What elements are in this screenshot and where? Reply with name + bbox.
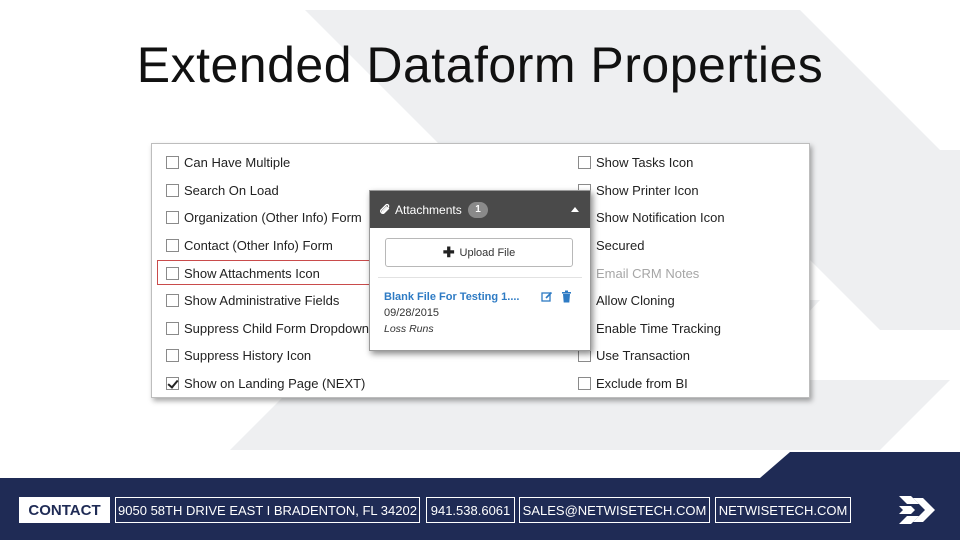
netwise-logo-icon [899, 496, 935, 524]
checkbox[interactable] [166, 183, 179, 197]
footer-email: SALES@NETWISETECH.COM [519, 497, 710, 523]
footer-accent [760, 452, 960, 478]
option-email-crm-notes: Email CRM Notes [578, 263, 699, 283]
plus-icon: ✚ [442, 244, 455, 260]
divider [378, 277, 582, 278]
option-label: Suppress Child Form Dropdown [184, 320, 369, 336]
option-label: Exclude from BI [596, 375, 688, 391]
option-label: Email CRM Notes [596, 265, 700, 281]
checkbox[interactable] [166, 321, 179, 335]
option-use-transaction[interactable]: Use Transaction [578, 345, 690, 365]
highlight-box [157, 260, 373, 285]
checkbox[interactable] [578, 155, 591, 169]
option-show-notification-icon[interactable]: Show Notification Icon [578, 207, 725, 227]
checkbox[interactable] [166, 238, 179, 252]
option-label: Show Printer Icon [596, 182, 699, 198]
attachments-header[interactable]: Attachments 1 [370, 191, 590, 228]
footer-contact-label: CONTACT [19, 497, 110, 523]
footer-address: 9050 58TH DRIVE EAST I BRADENTON, FL 342… [115, 497, 420, 523]
attachments-title: Attachments [395, 203, 462, 217]
attachment-file-name-link[interactable]: Blank File For Testing 1.... [384, 291, 520, 303]
checkbox[interactable] [166, 155, 179, 169]
collapse-caret-icon[interactable] [571, 207, 579, 212]
option-show-tasks-icon[interactable]: Show Tasks Icon [578, 152, 693, 172]
option-label: Enable Time Tracking [596, 320, 722, 336]
checkbox[interactable] [166, 293, 179, 307]
option-can-have-multiple[interactable]: Can Have Multiple [166, 152, 290, 172]
option-label: Contact (Other Info) Form [184, 237, 333, 253]
option-label: Show Notification Icon [596, 209, 725, 225]
option-organization-form[interactable]: Organization (Other Info) Form [166, 207, 362, 227]
checkbox[interactable] [578, 376, 591, 390]
option-suppress-child-form-dropdown[interactable]: Suppress Child Form Dropdown [166, 318, 369, 338]
checkbox-checked[interactable] [166, 376, 179, 390]
option-show-on-landing-page[interactable]: Show on Landing Page (NEXT) [166, 373, 365, 393]
slide-title: Extended Dataform Properties [136, 37, 824, 93]
option-label: Show on Landing Page (NEXT) [184, 375, 366, 391]
attachment-date: 09/28/2015 [384, 307, 440, 319]
paperclip-icon [380, 203, 390, 214]
option-label: Show Administrative Fields [184, 292, 340, 308]
option-label: Organization (Other Info) Form [184, 209, 362, 225]
option-show-printer-icon[interactable]: Show Printer Icon [578, 180, 699, 200]
option-label: Can Have Multiple [184, 154, 291, 170]
option-label: Search On Load [184, 182, 279, 198]
upload-file-button[interactable]: ✚ Upload File [385, 238, 573, 267]
option-exclude-from-bi[interactable]: Exclude from BI [578, 373, 688, 393]
option-label: Allow Cloning [596, 292, 675, 308]
option-label: Show Tasks Icon [596, 154, 694, 170]
edit-icon[interactable] [541, 291, 553, 303]
footer-website: NETWISETECH.COM [715, 497, 851, 523]
option-label: Use Transaction [596, 347, 690, 363]
option-enable-time-tracking[interactable]: Enable Time Tracking [578, 318, 721, 338]
checkbox[interactable] [166, 348, 179, 362]
option-search-on-load[interactable]: Search On Load [166, 180, 279, 200]
option-allow-cloning[interactable]: Allow Cloning [578, 290, 675, 310]
attachment-category: Loss Runs [384, 323, 434, 335]
option-show-administrative-fields[interactable]: Show Administrative Fields [166, 290, 339, 310]
attachments-popup: Attachments 1 ✚ Upload File Blank File F… [369, 190, 591, 351]
footer-phone: 941.538.6061 [426, 497, 515, 523]
trash-icon[interactable] [561, 290, 572, 303]
attachments-count-badge: 1 [468, 202, 488, 218]
option-contact-form[interactable]: Contact (Other Info) Form [166, 235, 333, 255]
option-label: Suppress History Icon [184, 347, 312, 363]
checkbox[interactable] [166, 210, 179, 224]
upload-file-label: Upload File [459, 246, 516, 259]
option-label: Secured [596, 237, 645, 253]
option-suppress-history-icon[interactable]: Suppress History Icon [166, 345, 311, 365]
